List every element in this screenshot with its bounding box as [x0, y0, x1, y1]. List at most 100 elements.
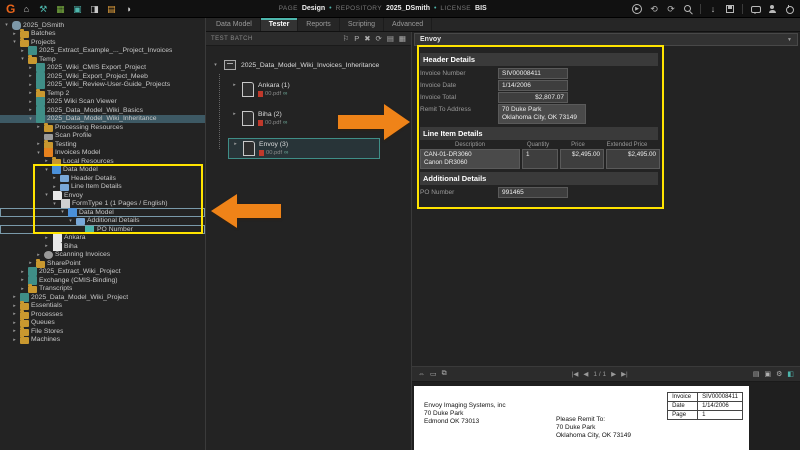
expander-icon[interactable]: ▸	[11, 303, 18, 309]
Biha (2)-icon[interactable]: ▸ Biha (2) 00.pdf ∞	[228, 109, 380, 128]
tree-node[interactable]: ▸ Essentials	[0, 302, 205, 311]
power-icon[interactable]	[784, 4, 794, 14]
tree-node[interactable]: ▸ 2025_Wiki_Review-User-Guide_Projects	[0, 81, 205, 90]
tree-node[interactable]: Scan Profile	[0, 132, 205, 141]
first-page-button[interactable]: |◀	[572, 370, 579, 378]
tree-node[interactable]: ▸ 2025_Wiki_Export_Project_Meeb	[0, 72, 205, 81]
tree-node[interactable]: ▾ Data Model	[0, 208, 205, 217]
tree-node[interactable]: ▸ Machines	[0, 336, 205, 345]
tree-node[interactable]: ▸ Transcripts	[0, 285, 205, 294]
expander-icon[interactable]: ▸	[35, 252, 42, 258]
tree-node[interactable]: PO Number	[0, 225, 205, 234]
user-icon[interactable]	[767, 4, 777, 14]
expander-icon[interactable]: ▸	[35, 124, 42, 130]
tree-node[interactable]: ▸ Scanning Invoices	[0, 251, 205, 260]
design-icon[interactable]: ▣	[72, 4, 82, 14]
expander-icon[interactable]: ▸	[27, 260, 34, 266]
download-icon[interactable]: ↓	[708, 4, 718, 14]
expander-icon[interactable]: ▸	[19, 277, 26, 283]
expander-icon[interactable]: ▸	[27, 107, 34, 113]
tree-node[interactable]: ▸ Line Item Details	[0, 183, 205, 192]
search-icon[interactable]	[683, 4, 693, 14]
run-icon[interactable]: ▶	[632, 4, 642, 14]
tree-node[interactable]: ▸ File Stores	[0, 327, 205, 336]
settings-icon[interactable]: ⚙	[776, 370, 782, 378]
chat-icon[interactable]	[750, 4, 760, 14]
tree-node[interactable]: ▾ FormType 1 (1 Pages / English)	[0, 200, 205, 209]
field-value[interactable]: SIV00008411	[498, 68, 568, 79]
document-type-dropdown[interactable]: Envoy ▼	[414, 33, 798, 46]
expander-icon[interactable]: ▸	[51, 175, 58, 181]
tree-node[interactable]: ▾ 2025_DSmith	[0, 21, 205, 30]
field-value[interactable]: 991465	[498, 187, 568, 198]
refresh-icon[interactable]: ⟳	[376, 34, 382, 43]
tree-node[interactable]: ▸ 2025_Data_Model_Wiki_Project	[0, 293, 205, 302]
expander-icon[interactable]: ▸	[11, 311, 18, 317]
expander-icon[interactable]: ▾	[212, 62, 219, 68]
fit-page-icon[interactable]: ▭	[430, 370, 437, 378]
tree-node[interactable]: ▸ Processing Resources	[0, 123, 205, 132]
expander-icon[interactable]: ▸	[27, 82, 34, 88]
tree-node[interactable]: ▸ Processes	[0, 310, 205, 319]
save-icon[interactable]	[725, 4, 735, 14]
field-value[interactable]: 70 Duke Park Oklahoma City, OK 73149	[498, 104, 586, 124]
expander-icon[interactable]: ▸	[19, 286, 26, 292]
cell-quantity[interactable]: 1	[522, 149, 558, 169]
expander-icon[interactable]: ▸	[27, 65, 34, 71]
expander-icon[interactable]: ▾	[59, 209, 66, 215]
expander-icon[interactable]: ▾	[67, 218, 74, 224]
expander-icon[interactable]: ▾	[35, 150, 42, 156]
expander-icon[interactable]: ▸	[231, 111, 238, 117]
chevron-down-icon[interactable]: ▼	[787, 37, 792, 43]
tree-node[interactable]: ▾ Projects	[0, 38, 205, 47]
expander-icon[interactable]: ▸	[11, 294, 18, 300]
prev-page-button[interactable]: ◀	[583, 370, 588, 378]
tree-node[interactable]: ▸ Biha	[0, 242, 205, 251]
panel-icon[interactable]: ◧	[787, 370, 794, 378]
Envoy (3)-icon[interactable]: ▸ Envoy (3) 00.pdf ∞	[228, 138, 380, 159]
tools-icon[interactable]: ⚒	[38, 4, 48, 14]
tree-node[interactable]: ▸ 2025_Wiki_CMIS Export_Project	[0, 64, 205, 73]
layers-icon[interactable]: ▤	[753, 370, 760, 378]
expander-icon[interactable]: ▾	[51, 201, 58, 207]
batches-icon[interactable]: ▦	[55, 4, 65, 14]
tree-node[interactable]: ▸ Exchange (CMIS-Binding)	[0, 276, 205, 285]
next-page-button[interactable]: ▶	[611, 370, 616, 378]
expander-icon[interactable]: ▸	[231, 82, 238, 88]
expander-icon[interactable]: ▸	[232, 141, 239, 147]
tree-node[interactable]: ▸ Queues	[0, 319, 205, 328]
refresh-icon[interactable]: ⟳	[666, 4, 676, 14]
expander-icon[interactable]: ▸	[43, 158, 50, 164]
expander-icon[interactable]: ▸	[11, 337, 18, 343]
duplicate-icon[interactable]: ⧉	[442, 370, 447, 378]
cell-description[interactable]: CAN-01-DR3060 Canon DR3060	[420, 149, 520, 169]
tree-node[interactable]: ▾ Envoy	[0, 191, 205, 200]
tab[interactable]: Tester	[261, 18, 299, 31]
expander-icon[interactable]: ▸	[11, 328, 18, 334]
expander-icon[interactable]: ▾	[3, 22, 10, 28]
expander-icon[interactable]: ▸	[11, 320, 18, 326]
tree-node[interactable]: ▸ Batches	[0, 30, 205, 39]
tree-node[interactable]: ▸ Ankara	[0, 234, 205, 243]
grid-icon[interactable]: ▦	[399, 34, 406, 43]
flag-icon[interactable]: ⚐	[342, 34, 349, 43]
field-value[interactable]: $2,807.07	[498, 92, 568, 103]
expander-icon[interactable]: ▸	[35, 141, 42, 147]
tree-node[interactable]: ▾ Additional Details	[0, 217, 205, 226]
home-icon[interactable]: ⌂	[21, 4, 31, 14]
list-icon[interactable]: ▤	[387, 34, 394, 43]
tree-node[interactable]: ▸ Temp 2	[0, 89, 205, 98]
expander-icon[interactable]: ▸	[19, 48, 26, 54]
tree-node[interactable]: ▸ Local Resources	[0, 157, 205, 166]
page-value[interactable]: Design	[302, 5, 325, 12]
imaging-icon[interactable]: ◨	[89, 4, 99, 14]
expander-icon[interactable]: ▸	[11, 31, 18, 37]
tree-node[interactable]: ▾ Data Model	[0, 166, 205, 175]
expander-icon[interactable]: ▾	[11, 39, 18, 45]
tree-node[interactable]: ▾ Invoices Model	[0, 149, 205, 158]
batch-root-row[interactable]: ▾ 2025_Data_Model_Wiki_Invoices_Inherita…	[212, 60, 405, 70]
tab[interactable]: Scripting	[340, 18, 384, 31]
expander-icon[interactable]: ▸	[27, 73, 34, 79]
stats-icon[interactable]: ▤	[106, 4, 116, 14]
tab[interactable]: Reports	[298, 18, 340, 31]
